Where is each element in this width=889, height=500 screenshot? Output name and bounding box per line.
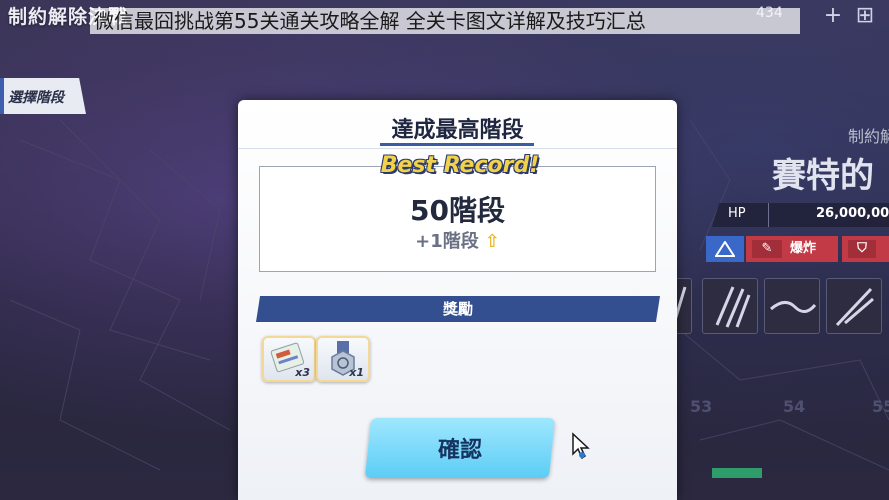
hp-value: 26,000,000: [816, 206, 889, 221]
attribute-row: ✎ 爆炸 ⛉: [706, 236, 889, 262]
record-box: 50階段 +1階段 ⇧: [259, 166, 656, 272]
watermark-logo: [712, 468, 762, 478]
title-underline: [380, 143, 534, 146]
floor-number[interactable]: 53: [690, 397, 712, 416]
hp-label: HP: [728, 206, 746, 221]
result-dialog: 達成最高階段 Best Record! 50階段 +1階段 ⇧ 獎勵 x3 x1 …: [238, 100, 677, 500]
reward-item-ticket[interactable]: x3: [262, 336, 316, 382]
damage-type-icon: ✎: [752, 240, 782, 258]
arrow-up-icon: ⇧: [484, 231, 500, 252]
divider: [238, 148, 677, 149]
reward-quantity: x1: [349, 366, 364, 379]
select-stage-tab[interactable]: 選擇階段: [0, 78, 86, 114]
wave-skill-icon[interactable]: [764, 278, 820, 334]
stage-value: 50階段: [410, 194, 505, 227]
skill-row: [668, 278, 889, 336]
claw-skill-icon[interactable]: [702, 278, 758, 334]
attribute-badge: ✎ 爆炸: [746, 236, 838, 262]
shield-icon: ⛉: [848, 240, 876, 258]
select-stage-label: 選擇階段: [8, 90, 64, 106]
add-button[interactable]: +: [820, 4, 846, 28]
defense-badge: ⛉: [842, 236, 889, 262]
hp-bar: HP 26,000,000: [712, 203, 889, 227]
blade-skill-icon[interactable]: [826, 278, 882, 334]
overlay-caption: 微信最囧挑战第55关通关攻略全解 全关卡图文详解及技巧汇总: [90, 8, 800, 34]
hp-separator: [768, 203, 769, 227]
boss-title: 賽特的: [772, 156, 874, 196]
terrain-icon: [706, 236, 744, 262]
cursor-icon: [572, 432, 590, 460]
reward-header: 獎勵: [256, 296, 660, 322]
boss-subtitle: 制約解: [848, 127, 889, 146]
stage-increase-text: +1階段: [415, 231, 479, 252]
confirm-label: 確認: [437, 438, 482, 463]
confirm-button[interactable]: 確認: [364, 418, 556, 478]
reward-quantity: x3: [295, 366, 310, 379]
attribute-label: 爆炸: [790, 241, 817, 256]
stage-increase: +1階段 ⇧: [260, 227, 655, 253]
best-record-banner: Best Record!: [380, 153, 540, 178]
dialog-title: 達成最高階段: [391, 118, 524, 143]
reward-item-medal[interactable]: x1: [316, 336, 370, 382]
floor-number[interactable]: 54: [783, 397, 805, 416]
grid-icon[interactable]: ⊞: [852, 4, 878, 28]
floor-number[interactable]: 55: [872, 397, 889, 416]
